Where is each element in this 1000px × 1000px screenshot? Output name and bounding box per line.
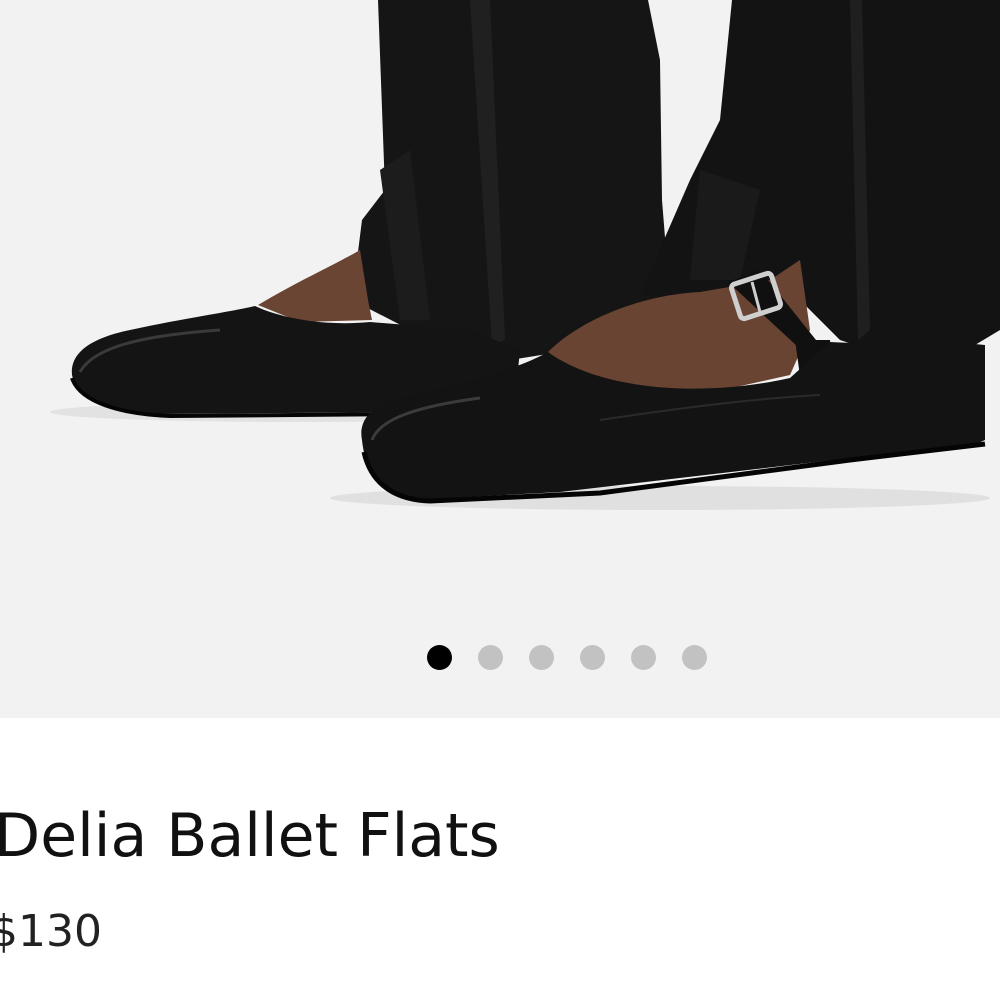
carousel-dot-4[interactable] [580, 645, 605, 670]
product-photo [50, 0, 1000, 510]
product-title: Delia Ballet Flats [0, 801, 500, 871]
carousel-dot-3[interactable] [529, 645, 554, 670]
carousel-indicators [427, 645, 707, 670]
carousel-dot-1[interactable] [427, 645, 452, 670]
carousel-dot-2[interactable] [478, 645, 503, 670]
carousel-dot-6[interactable] [682, 645, 707, 670]
product-price: $130 [0, 906, 102, 957]
carousel-dot-5[interactable] [631, 645, 656, 670]
product-image-gallery[interactable] [0, 0, 1000, 718]
product-page: Delia Ballet Flats $130 [0, 0, 1000, 1000]
